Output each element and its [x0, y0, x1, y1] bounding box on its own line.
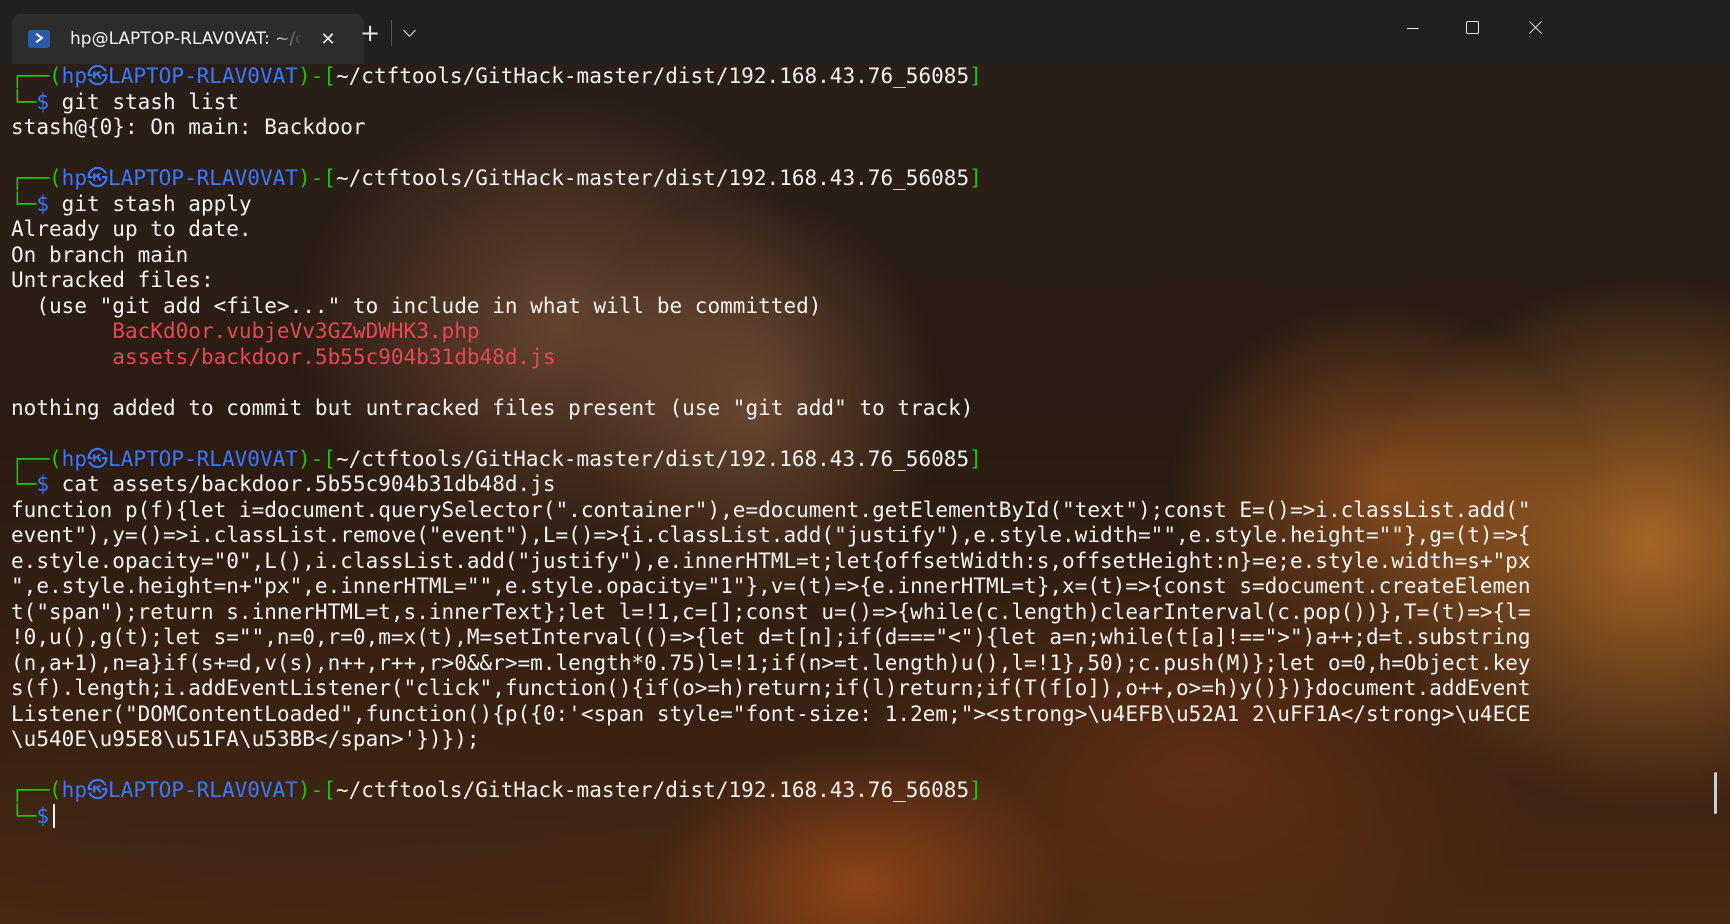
prompt-corner-top: ┌──( — [11, 64, 62, 88]
prompt-corner-top: ┌──( — [11, 166, 62, 190]
prompt-line: ┌──(hp㉿LAPTOP-RLAV0VAT)-[~/ctftools/GitH… — [11, 166, 1711, 192]
prompt-bracket-end: ] — [969, 778, 982, 802]
prompt-path: ~/ctftools/GitHack-master/dist/192.168.4… — [335, 778, 970, 802]
command-line: └─$ cat assets/backdoor.5b55c904b31db48d… — [11, 472, 1711, 498]
prompt-line: ┌──(hp㉿LAPTOP-RLAV0VAT)-[~/ctftools/GitH… — [11, 64, 1711, 90]
prompt-user-host: hp㉿LAPTOP-RLAV0VAT — [61, 64, 298, 88]
command-text: git stash apply — [49, 191, 252, 216]
output-line: Listener("DOMContentLoaded",function(){p… — [11, 701, 1531, 726]
prompt-dollar: $ — [36, 89, 49, 114]
output-line: (n,a+1),n=a}if(s+=d,v(s),n++,r++,r>0&&r>… — [11, 650, 1531, 675]
command-text: cat assets/backdoor.5b55c904b31db48d.js — [49, 472, 556, 496]
plus-icon[interactable]: + — [354, 18, 386, 50]
prompt-dollar: $ — [36, 803, 49, 828]
output-line: On branch main — [11, 242, 189, 267]
prompt-corner-bottom: └─ — [11, 89, 37, 114]
output-line: e.style.opacity="0",L(),i.classList.add(… — [11, 548, 1531, 573]
prompt-corner-bottom: └─ — [11, 472, 37, 496]
prompt-separator: )-[ — [297, 64, 336, 88]
prompt-user-host: hp㉿LAPTOP-RLAV0VAT — [61, 778, 298, 802]
prompt-path: ~/ctftools/GitHack-master/dist/192.168.4… — [335, 64, 970, 88]
command-line: └─$ git stash apply — [11, 192, 1711, 218]
prompt-user-host: hp㉿LAPTOP-RLAV0VAT — [61, 446, 298, 471]
output-line: \u540E\u95E8\u51FA\u53BB</span>'})}); — [11, 727, 480, 751]
title-bar: hp@LAPTOP-RLAV0VAT: ~/ctf ✕ + — [0, 0, 1730, 64]
prompt-bracket-end: ] — [969, 64, 982, 88]
terminal-window: hp@LAPTOP-RLAV0VAT: ~/ctf ✕ + ┌──(hp㉿LAP… — [0, 0, 1730, 924]
command-line: └─$ git stash list — [11, 90, 1711, 116]
prompt-separator: )-[ — [297, 778, 336, 802]
prompt-corner-top: ┌──( — [11, 778, 62, 802]
output-line: BacKd0or.vubjeVv3GZwDWHK3.php — [11, 319, 480, 343]
powershell-icon — [28, 30, 50, 48]
command-text: git stash list — [49, 89, 239, 114]
tab-active[interactable]: hp@LAPTOP-RLAV0VAT: ~/ctf ✕ — [12, 14, 364, 64]
output-line: assets/backdoor.5b55c904b31db48d.js — [11, 344, 556, 369]
output-line: s(f).length;i.addEventListener("click",f… — [11, 676, 1531, 700]
command-line: └─$ — [11, 803, 1711, 830]
prompt-line: ┌──(hp㉿LAPTOP-RLAV0VAT)-[~/ctftools/GitH… — [11, 778, 1711, 804]
close-icon[interactable]: ✕ — [316, 29, 340, 50]
prompt-dollar: $ — [36, 191, 49, 216]
scrollbar[interactable] — [1714, 772, 1717, 814]
prompt-corner-bottom: └─ — [11, 803, 37, 828]
prompt-separator: )-[ — [297, 446, 336, 471]
chevron-down-icon[interactable] — [396, 20, 424, 48]
prompt-user-host: hp㉿LAPTOP-RLAV0VAT — [61, 166, 298, 190]
close-window-icon[interactable] — [1498, 0, 1570, 56]
output-line: stash@{0}: On main: Backdoor — [11, 115, 366, 139]
prompt-line: ┌──(hp㉿LAPTOP-RLAV0VAT)-[~/ctftools/GitH… — [11, 447, 1711, 473]
prompt-corner-bottom: └─ — [11, 191, 37, 216]
prompt-path: ~/ctftools/GitHack-master/dist/192.168.4… — [335, 166, 970, 190]
prompt-path: ~/ctftools/GitHack-master/dist/192.168.4… — [335, 446, 970, 471]
tab-title: hp@LAPTOP-RLAV0VAT: ~/ctf — [70, 29, 302, 49]
prompt-corner-top: ┌──( — [11, 446, 62, 471]
output-line: event"),y=()=>i.classList.remove("event"… — [11, 523, 1531, 547]
output-line: (use "git add <file>..." to include in w… — [11, 293, 822, 318]
titlebar-divider — [391, 20, 392, 46]
prompt-dollar: $ — [36, 472, 49, 496]
prompt-bracket-end: ] — [969, 166, 982, 190]
terminal-output[interactable]: ┌──(hp㉿LAPTOP-RLAV0VAT)-[~/ctftools/GitH… — [11, 64, 1711, 829]
output-line: Untracked files: — [11, 268, 214, 292]
output-line: nothing added to commit but untracked fi… — [11, 395, 974, 420]
output-line: t("span");return s.innerHTML=t,s.innerTe… — [11, 599, 1531, 624]
prompt-separator: )-[ — [297, 166, 336, 190]
output-line: Already up to date. — [11, 217, 252, 241]
prompt-bracket-end: ] — [969, 446, 982, 471]
text-cursor — [53, 803, 55, 828]
output-line: function p(f){let i=document.querySelect… — [11, 497, 1531, 522]
output-line: ",e.style.height=n+"px",e.innerHTML="",e… — [11, 574, 1531, 598]
output-line: !0,u(),g(t);let s="",n=0,r=0,m=x(t),M=se… — [11, 625, 1531, 649]
